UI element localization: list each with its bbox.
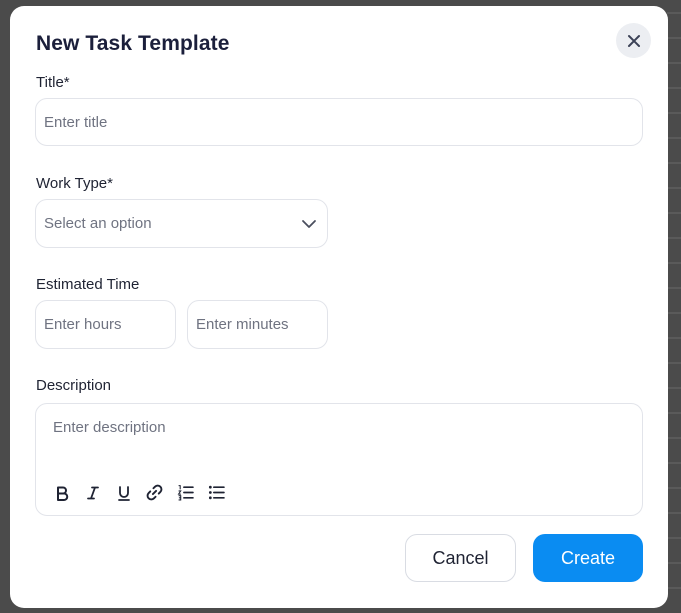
background-row	[667, 487, 681, 499]
background-row	[667, 62, 681, 74]
minutes-input[interactable]	[187, 300, 328, 349]
background-row	[667, 437, 681, 449]
dialog-title: New Task Template	[36, 32, 230, 55]
background-row	[667, 462, 681, 474]
underline-button[interactable]	[113, 482, 134, 503]
new-task-template-dialog: New Task Template Title* Work Type* Sele…	[10, 6, 668, 608]
background-row	[667, 362, 681, 374]
estimated-time-label: Estimated Time	[36, 276, 140, 293]
italic-icon	[86, 486, 99, 499]
work-type-label: Work Type*	[36, 175, 113, 192]
background-row	[667, 37, 681, 49]
background-row	[667, 562, 681, 574]
description-editor[interactable]: Enter description	[35, 403, 643, 516]
italic-button[interactable]	[82, 482, 103, 503]
cancel-button[interactable]: Cancel	[405, 534, 516, 582]
title-label: Title*	[36, 74, 70, 91]
link-icon	[146, 484, 163, 501]
background-row	[667, 212, 681, 224]
background-row	[667, 262, 681, 274]
work-type-selected-value: Select an option	[44, 215, 152, 232]
background-row	[667, 412, 681, 424]
close-icon	[627, 34, 640, 47]
bold-icon	[56, 486, 68, 501]
ordered-list-icon	[177, 485, 194, 501]
background-row	[667, 87, 681, 99]
description-label: Description	[36, 377, 112, 394]
bullet-list-icon	[208, 485, 225, 500]
background-row	[667, 587, 681, 599]
work-type-select[interactable]: Select an option	[35, 199, 328, 248]
formatting-toolbar	[51, 482, 227, 503]
bold-button[interactable]	[51, 482, 72, 503]
close-button[interactable]	[616, 23, 651, 58]
background-row	[667, 512, 681, 524]
ordered-list-button[interactable]	[175, 482, 196, 503]
background-row	[667, 12, 681, 24]
link-button[interactable]	[144, 482, 165, 503]
background-row	[667, 337, 681, 349]
background-row	[667, 137, 681, 149]
background-row	[667, 162, 681, 174]
hours-input[interactable]	[35, 300, 176, 349]
background-row	[667, 387, 681, 399]
background-row	[667, 287, 681, 299]
background-content	[667, 0, 681, 613]
underline-icon	[117, 485, 130, 501]
description-placeholder: Enter description	[53, 419, 166, 436]
background-row	[667, 312, 681, 324]
background-row	[667, 187, 681, 199]
background-row	[667, 112, 681, 124]
bullet-list-button[interactable]	[206, 482, 227, 503]
background-row	[667, 237, 681, 249]
create-button[interactable]: Create	[533, 534, 643, 582]
title-input[interactable]	[35, 98, 643, 146]
background-row	[667, 537, 681, 549]
chevron-down-icon	[302, 219, 316, 228]
